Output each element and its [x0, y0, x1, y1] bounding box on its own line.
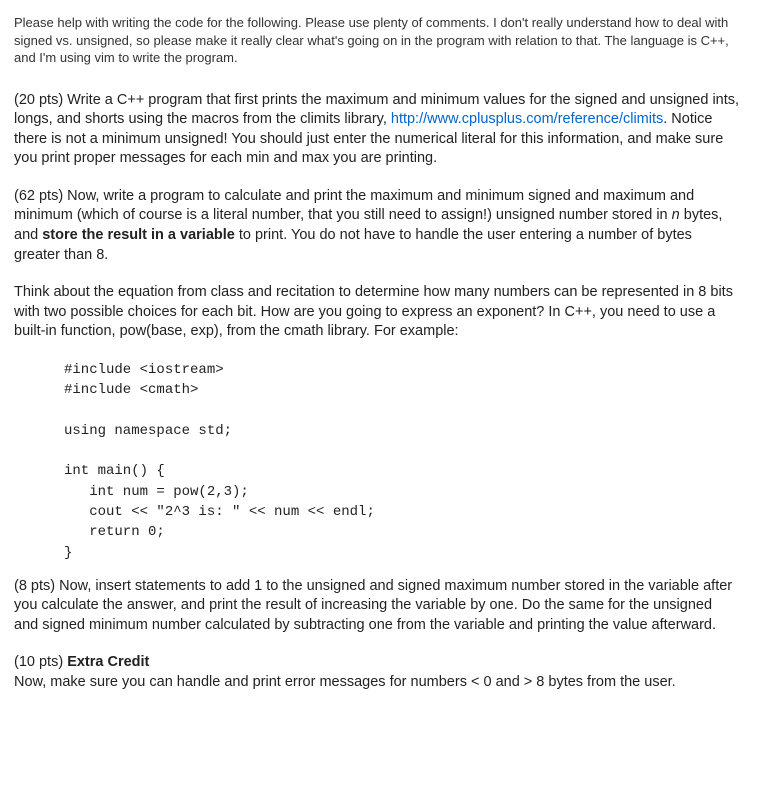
climits-link[interactable]: http://www.cplusplus.com/reference/climi…	[391, 111, 663, 127]
part5-a: (10 pts)	[14, 654, 67, 670]
part5-section: (10 pts) Extra Credit Now, make sure you…	[14, 653, 740, 692]
part4-section: (8 pts) Now, insert statements to add 1 …	[14, 577, 740, 636]
part1-section: (20 pts) Write a C++ program that first …	[14, 91, 740, 169]
part2-bold: store the result in a variable	[42, 227, 235, 243]
code-example: #include <iostream> #include <cmath> usi…	[64, 360, 740, 563]
part2-section: (62 pts) Now, write a program to calcula…	[14, 187, 740, 265]
part2-a: (62 pts) Now, write a program to calcula…	[14, 188, 694, 224]
part5-bold: Extra Credit	[67, 654, 149, 670]
part2-n: n	[672, 207, 680, 223]
intro-request: Please help with writing the code for th…	[14, 14, 740, 67]
part5-b: Now, make sure you can handle and print …	[14, 674, 676, 690]
part3-section: Think about the equation from class and …	[14, 283, 740, 342]
